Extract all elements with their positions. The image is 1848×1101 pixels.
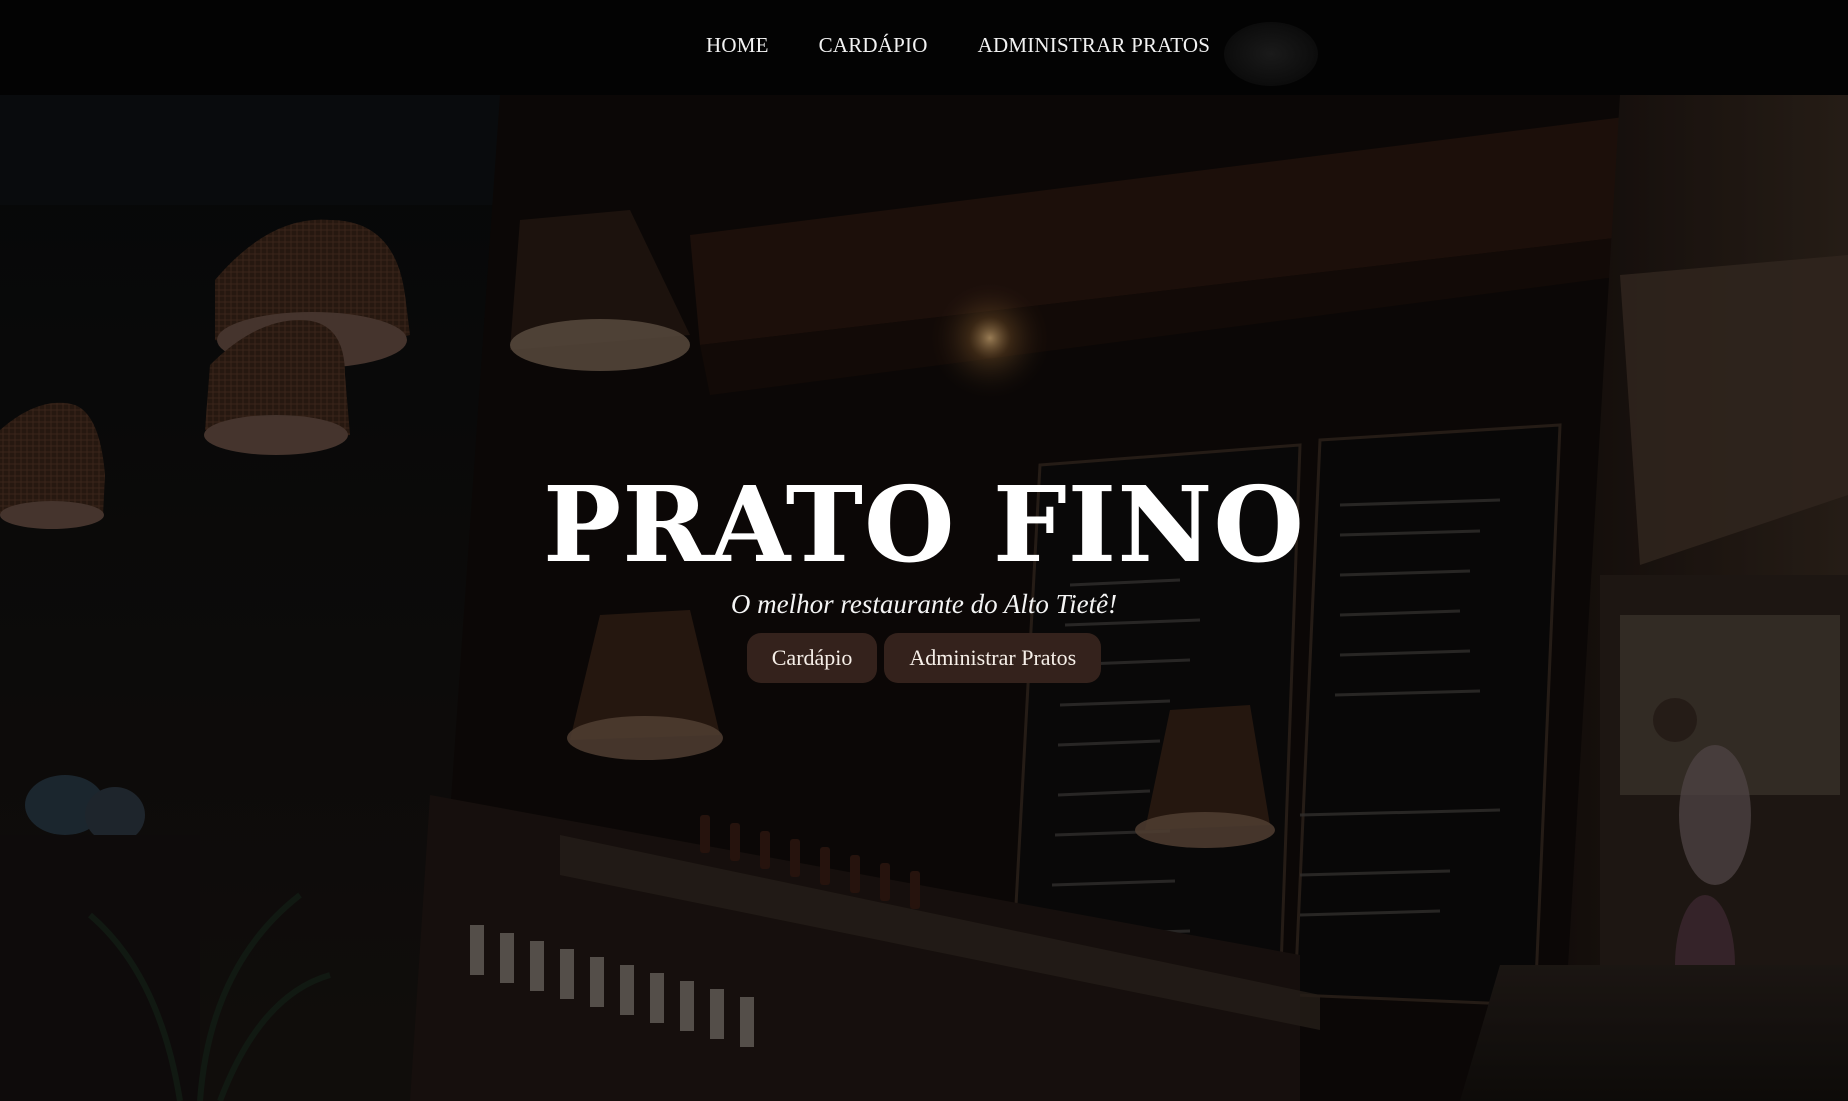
- cardapio-button[interactable]: Cardápio: [746, 633, 878, 683]
- nav-link-cardapio[interactable]: CARDÁPIO: [819, 30, 928, 60]
- navbar: HOME CARDÁPIO ADMINISTRAR PRATOS: [0, 0, 1848, 95]
- nav-link-administrar-pratos[interactable]: ADMINISTRAR PRATOS: [978, 30, 1211, 60]
- page: HOME CARDÁPIO ADMINISTRAR PRATOS PRATO F…: [0, 0, 1848, 1101]
- administrar-pratos-button[interactable]: Administrar Pratos: [884, 633, 1102, 683]
- hero-buttons: Cardápio Administrar Pratos: [0, 633, 1848, 683]
- nav-link-home[interactable]: HOME: [706, 30, 769, 60]
- hero-subtitle: O melhor restaurante do Alto Tietê!: [730, 589, 1118, 619]
- hero-title: PRATO FINO: [543, 463, 1305, 586]
- hero-section: PRATO FINO O melhor restaurante do Alto …: [0, 0, 1848, 1101]
- nav-links: HOME CARDÁPIO ADMINISTRAR PRATOS: [706, 30, 1210, 60]
- nav-decorative-blob: [1224, 22, 1318, 86]
